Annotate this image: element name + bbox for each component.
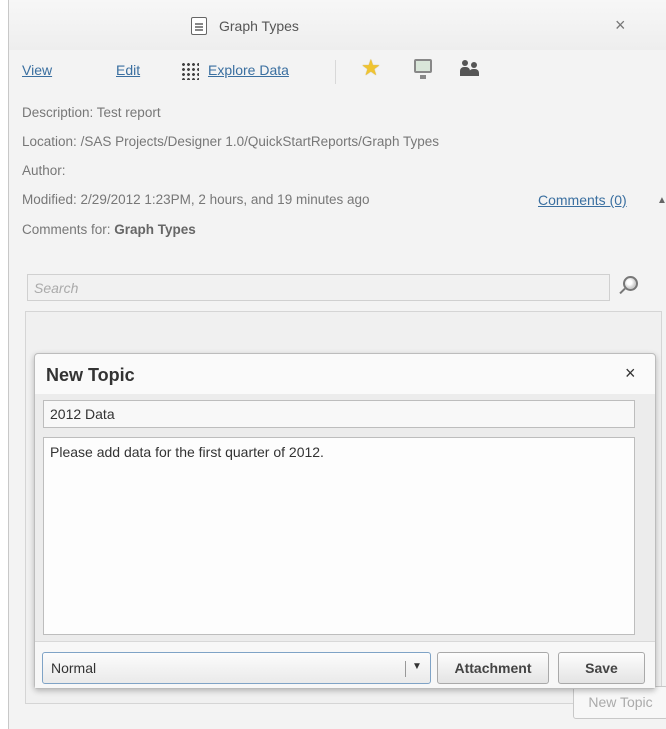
attachment-button[interactable]: Attachment [437,652,549,684]
author-label: Author: [22,163,66,178]
explore-data-link[interactable]: Explore Data [208,62,289,78]
search-box [27,274,610,301]
collapse-arrow-icon[interactable]: ▲ [657,195,666,206]
search-input[interactable] [28,275,609,300]
window-close-icon[interactable]: × [615,15,626,36]
comments-for-label: Comments for: [22,222,111,237]
new-topic-dialog: New Topic × Please add data for the firs… [34,353,656,689]
dialog-footer: Normal ▼ Attachment Save [35,641,655,688]
chevron-down-icon[interactable]: ▼ [412,661,422,672]
data-grid-icon[interactable] [181,62,199,80]
edit-link[interactable]: Edit [116,62,140,78]
location-row: Location: /SAS Projects/Designer 1.0/Qui… [22,134,439,149]
dialog-close-icon[interactable]: × [625,363,636,384]
toolbar-divider [335,60,336,84]
location-label: Location: [22,134,77,149]
select-divider [405,661,406,677]
window-titlebar: Graph Types × [9,0,666,50]
modified-row: Modified: 2/29/2012 1:23PM, 2 hours, and… [22,192,370,207]
description-row: Description: Test report [22,105,161,120]
users-icon[interactable] [460,58,480,78]
topic-subject-input[interactable] [43,400,635,428]
author-row: Author: [22,163,66,178]
view-link[interactable]: View [22,62,52,78]
modified-value: 2/29/2012 1:23PM, 2 hours, and 19 minute… [80,192,370,207]
save-button[interactable]: Save [558,652,645,684]
comments-for-row: Comments for: Graph Types [22,222,196,237]
modified-label: Modified: [22,192,77,207]
dialog-body: Please add data for the first quarter of… [35,394,655,641]
description-value: Test report [96,105,161,120]
priority-selected-value: Normal [51,660,97,676]
report-details-window: Graph Types × View Edit Explore Data ★ D… [8,0,666,729]
window-title: Graph Types [219,18,299,34]
comments-link[interactable]: Comments (0) [538,192,627,208]
description-label: Description: [22,105,94,120]
report-document-icon [191,17,207,35]
location-value: /SAS Projects/Designer 1.0/QuickStartRep… [80,134,439,149]
search-icon[interactable] [623,276,638,291]
new-topic-button[interactable]: New Topic [573,686,666,719]
favorite-star-icon[interactable]: ★ [361,55,381,81]
dialog-title: New Topic [46,365,135,385]
presentation-monitor-icon[interactable] [414,59,432,79]
toolbar: View Edit Explore Data ★ [9,50,666,92]
topic-message-textarea[interactable]: Please add data for the first quarter of… [43,437,635,635]
priority-select[interactable]: Normal ▼ [42,652,431,684]
comments-for-value: Graph Types [114,222,196,237]
